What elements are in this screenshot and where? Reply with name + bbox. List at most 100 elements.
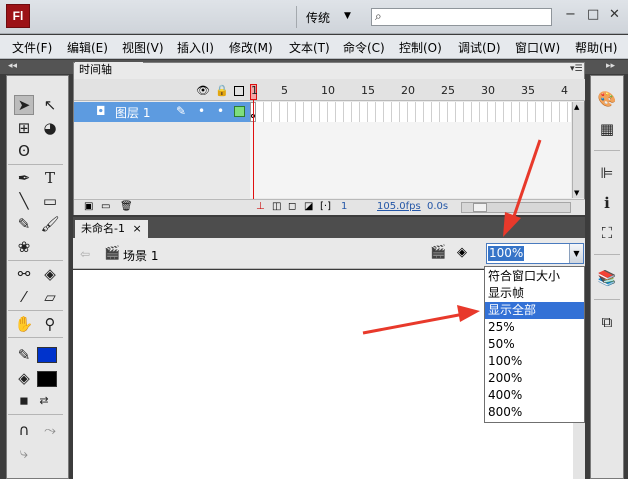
brush-tool-icon[interactable]: 🖌 bbox=[40, 214, 60, 234]
menu-control[interactable]: 控制(O) bbox=[399, 39, 442, 56]
pencil-tool-icon[interactable]: ✎ bbox=[14, 214, 34, 234]
chevron-down-icon[interactable]: ▼ bbox=[569, 244, 583, 263]
collapse-icon[interactable]: ◂◂ bbox=[8, 61, 17, 71]
close-button[interactable]: ✕ bbox=[609, 7, 620, 22]
eraser-tool-icon[interactable]: ▱ bbox=[40, 287, 60, 307]
expand-icon[interactable]: ▸▸ bbox=[606, 61, 615, 71]
stroke-color-icon: ✎ bbox=[17, 346, 31, 364]
panel-menu-icon[interactable]: ▾☰ bbox=[570, 64, 583, 74]
snap-magnet-icon[interactable]: ∩ bbox=[14, 420, 34, 440]
visibility-dot[interactable]: • bbox=[198, 104, 205, 118]
edit-symbols-icon[interactable]: ◈ bbox=[457, 245, 467, 260]
free-transform-tool-icon[interactable]: ⊞ bbox=[14, 118, 34, 138]
scene-label[interactable]: 场景 1 bbox=[123, 247, 158, 264]
align-icon[interactable]: ⊫ bbox=[595, 162, 619, 184]
subselection-tool-icon[interactable]: ↖ bbox=[40, 95, 60, 115]
swatches-grid-icon[interactable]: ▦ bbox=[595, 118, 619, 140]
components-icon[interactable]: ⧉ bbox=[595, 311, 619, 333]
text-tool-icon[interactable]: T bbox=[40, 168, 60, 188]
tab-document[interactable]: 未命名-1 × bbox=[75, 220, 148, 238]
zoom-option-show-frame[interactable]: 显示帧 bbox=[485, 285, 584, 302]
workspace-selector[interactable]: 传统 bbox=[306, 9, 330, 26]
menu-view[interactable]: 视图(V) bbox=[122, 39, 164, 56]
default-colors-icon[interactable]: ◼ bbox=[14, 391, 34, 411]
outline-icon[interactable] bbox=[234, 86, 244, 96]
edit-scene-icon[interactable]: 🎬 bbox=[430, 245, 446, 260]
onion-outline-icon[interactable]: ◻ bbox=[288, 201, 296, 212]
straighten-icon[interactable]: ⤷ bbox=[14, 443, 34, 463]
delete-icon[interactable]: 🗑 bbox=[120, 201, 133, 212]
search-input[interactable] bbox=[371, 8, 552, 26]
onion-markers-icon[interactable]: [·] bbox=[320, 201, 331, 212]
selection-tool-icon[interactable]: ➤ bbox=[14, 95, 34, 115]
hscroll-thumb[interactable] bbox=[473, 203, 487, 212]
zoom-option-25[interactable]: 25% bbox=[485, 319, 584, 336]
new-folder-icon[interactable]: ▭ bbox=[101, 201, 110, 212]
deco-tool-icon[interactable]: ❀ bbox=[14, 237, 34, 257]
stroke-color-swatch[interactable] bbox=[37, 347, 57, 363]
menu-text[interactable]: 文本(T) bbox=[289, 39, 330, 56]
dock-separator bbox=[594, 254, 620, 255]
lock-icon[interactable]: 🔒 bbox=[215, 84, 229, 97]
menu-commands[interactable]: 命令(C) bbox=[343, 39, 385, 56]
frame-rate[interactable]: 105.0fps bbox=[377, 201, 421, 212]
layer-outline-color[interactable] bbox=[234, 106, 245, 117]
tool-separator bbox=[8, 310, 63, 311]
zoom-option-800[interactable]: 800% bbox=[485, 404, 584, 421]
frame-number: 25 bbox=[441, 84, 455, 97]
bone-tool-icon[interactable]: ⚯ bbox=[14, 264, 34, 284]
onion-skin-icon[interactable]: ◫ bbox=[272, 201, 281, 212]
pen-tool-icon[interactable]: ✒ bbox=[14, 168, 34, 188]
menu-modify[interactable]: 修改(M) bbox=[229, 39, 273, 56]
eyedropper-tool-icon[interactable]: ⁄ bbox=[14, 287, 34, 307]
tab-timeline[interactable]: 时间轴 bbox=[75, 62, 143, 78]
eye-icon[interactable]: 👁 bbox=[196, 84, 210, 97]
zoom-option-200[interactable]: 200% bbox=[485, 370, 584, 387]
zoom-option-100[interactable]: 100% bbox=[485, 353, 584, 370]
minimize-button[interactable]: − bbox=[565, 7, 576, 22]
layer-name[interactable]: 图层 1 bbox=[115, 104, 150, 121]
library-icon[interactable]: 📚 bbox=[595, 267, 619, 289]
scroll-up-icon[interactable]: ▲ bbox=[574, 103, 579, 111]
edit-multiple-icon[interactable]: ◪ bbox=[304, 201, 313, 212]
document-tab-bar bbox=[73, 217, 585, 238]
frames-area bbox=[250, 122, 571, 198]
menu-debug[interactable]: 调试(D) bbox=[458, 39, 501, 56]
frames-row[interactable] bbox=[256, 102, 571, 122]
paint-bucket-icon[interactable]: ◈ bbox=[40, 264, 60, 284]
lock-dot[interactable]: • bbox=[217, 104, 224, 118]
menu-window[interactable]: 窗口(W) bbox=[515, 39, 560, 56]
info-icon[interactable]: ℹ bbox=[595, 192, 619, 214]
scroll-down-icon[interactable]: ▼ bbox=[574, 189, 579, 197]
color-palette-icon[interactable]: 🎨 bbox=[595, 88, 619, 110]
menu-edit[interactable]: 编辑(E) bbox=[67, 39, 108, 56]
zoom-option-fit-window[interactable]: 符合窗口大小 bbox=[485, 268, 584, 285]
playhead-line bbox=[253, 100, 254, 213]
center-frame-icon[interactable]: ⊥ bbox=[256, 201, 265, 212]
smooth-icon[interactable]: ⤳ bbox=[40, 420, 60, 440]
back-arrow-icon[interactable]: ⇦ bbox=[80, 247, 90, 261]
timeline-scrollbar[interactable] bbox=[572, 102, 584, 198]
zoom-tool-icon[interactable]: ⚲ bbox=[40, 314, 60, 334]
document-title: 未命名-1 bbox=[81, 222, 125, 235]
menu-help[interactable]: 帮助(H) bbox=[575, 39, 617, 56]
transform-icon[interactable]: ⛶ bbox=[595, 222, 619, 244]
3d-rotation-tool-icon[interactable]: ◕ bbox=[40, 118, 60, 138]
menu-insert[interactable]: 插入(I) bbox=[177, 39, 214, 56]
chevron-down-icon[interactable]: ▼ bbox=[344, 11, 351, 21]
lasso-tool-icon[interactable]: ʘ bbox=[14, 141, 34, 161]
zoom-option-400[interactable]: 400% bbox=[485, 387, 584, 404]
hand-tool-icon[interactable]: ✋ bbox=[14, 314, 34, 334]
line-tool-icon[interactable]: ╲ bbox=[14, 191, 34, 211]
fill-color-swatch[interactable] bbox=[37, 371, 57, 387]
zoom-option-show-all[interactable]: 显示全部 bbox=[485, 302, 584, 319]
frame-number: 30 bbox=[481, 84, 495, 97]
new-layer-icon[interactable]: ▣ bbox=[84, 201, 93, 212]
scene-clapper-icon: 🎬 bbox=[104, 246, 121, 261]
zoom-option-50[interactable]: 50% bbox=[485, 336, 584, 353]
restore-button[interactable]: □ bbox=[587, 7, 599, 22]
close-icon[interactable]: × bbox=[132, 222, 141, 235]
rectangle-tool-icon[interactable]: ▭ bbox=[40, 191, 60, 211]
menu-file[interactable]: 文件(F) bbox=[12, 39, 52, 56]
swap-colors-icon[interactable]: ⇄ bbox=[34, 391, 54, 411]
